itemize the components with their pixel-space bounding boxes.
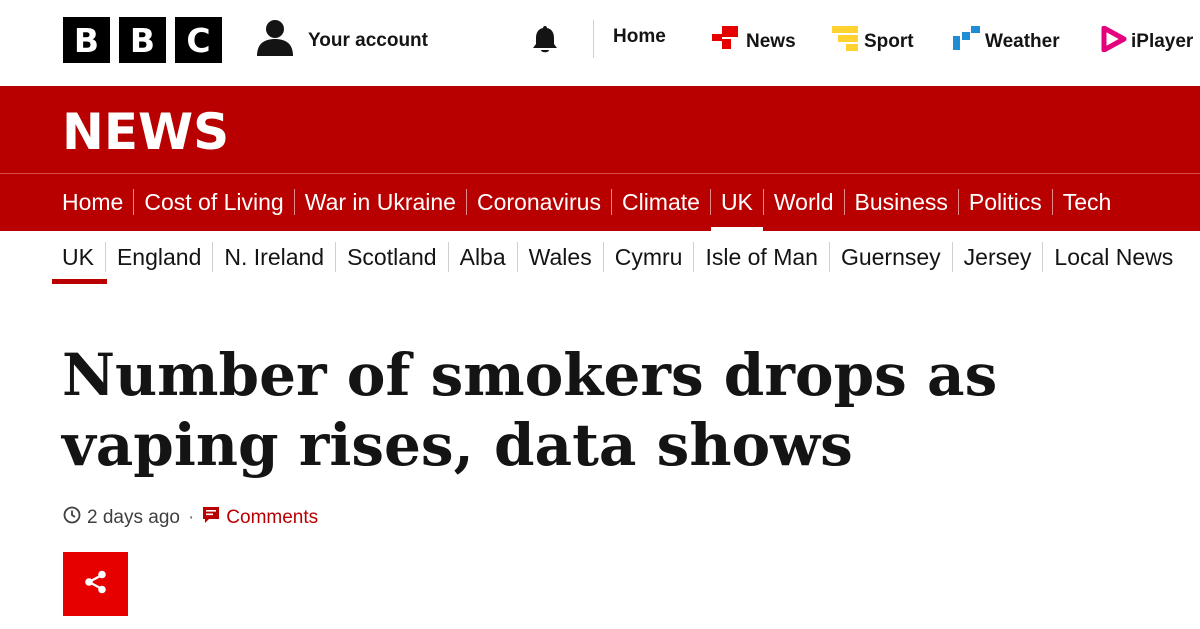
secondary-nav-item[interactable]: Local News <box>1043 242 1184 272</box>
secondary-navigation: UK England N. Ireland Scotland Alba Wale… <box>0 230 1200 286</box>
active-indicator <box>52 279 107 284</box>
topnav-weather[interactable]: Weather <box>953 26 1060 58</box>
secondary-nav-item[interactable]: Alba <box>449 242 517 272</box>
secondary-nav-item[interactable]: Isle of Man <box>694 242 829 272</box>
sport-icon <box>832 26 860 58</box>
article-timestamp: 2 days ago <box>87 507 180 528</box>
secondary-nav-item-active[interactable]: UK <box>62 242 105 272</box>
secondary-nav-item[interactable]: Jersey <box>953 242 1043 272</box>
topnav-home[interactable]: Home <box>613 26 666 48</box>
topnav-label: Home <box>613 26 666 47</box>
secondary-nav-item[interactable]: Scotland <box>336 242 448 272</box>
meta-separator: · <box>187 507 195 528</box>
topnav-label: News <box>746 31 796 52</box>
primary-nav-item[interactable]: Home <box>62 188 133 216</box>
bbc-logo-letter: B <box>63 17 110 63</box>
bbc-logo[interactable]: B B C <box>63 17 222 63</box>
topnav-news[interactable]: News <box>712 26 796 58</box>
article-headline: Number of smokers drops as vaping rises,… <box>62 341 998 479</box>
topnav-iplayer[interactable]: iPlayer <box>1101 25 1194 58</box>
news-title[interactable]: NEWS <box>62 103 229 161</box>
news-icon <box>712 26 742 58</box>
share-button[interactable] <box>63 552 128 616</box>
comments-icon[interactable] <box>202 506 220 530</box>
secondary-nav-item[interactable]: Guernsey <box>830 242 952 272</box>
primary-navigation: Home Cost of Living War in Ukraine Coron… <box>0 173 1200 231</box>
bbc-logo-letter: C <box>175 17 222 63</box>
primary-nav-item[interactable]: Business <box>845 188 958 216</box>
secondary-nav-item[interactable]: N. Ireland <box>213 242 335 272</box>
secondary-nav-item[interactable]: Wales <box>518 242 603 272</box>
account-label: Your account <box>308 29 428 51</box>
news-banner: NEWS <box>0 86 1200 173</box>
primary-nav-item[interactable]: Coronavirus <box>467 188 611 216</box>
topnav-label: Weather <box>985 31 1060 52</box>
article-meta: 2 days ago · Comments <box>63 506 318 530</box>
comments-link[interactable]: Comments <box>226 507 318 529</box>
topnav-sport[interactable]: Sport <box>832 26 914 58</box>
bbc-logo-letter: B <box>119 17 166 63</box>
topnav-label: iPlayer <box>1131 31 1194 52</box>
primary-nav-item[interactable]: Cost of Living <box>134 188 293 216</box>
secondary-nav-item[interactable]: England <box>106 242 212 272</box>
primary-nav-item[interactable]: Politics <box>959 188 1052 216</box>
notifications-bell-icon[interactable] <box>530 24 560 59</box>
user-icon <box>256 19 294 62</box>
primary-nav-item[interactable]: War in Ukraine <box>295 188 466 216</box>
iplayer-icon <box>1101 25 1127 58</box>
secondary-nav-item[interactable]: Cymru <box>604 242 694 272</box>
primary-nav-item-active[interactable]: UK <box>710 188 763 231</box>
your-account-link[interactable]: Your account <box>256 19 428 62</box>
weather-icon <box>953 26 981 58</box>
topnav-label: Sport <box>864 31 914 52</box>
share-icon <box>83 569 109 600</box>
clock-icon <box>63 506 81 530</box>
primary-nav-item[interactable]: Tech <box>1053 188 1122 216</box>
top-bar: B B C Your account Home News Sport Weath… <box>0 0 1200 86</box>
divider <box>593 20 594 58</box>
primary-nav-item[interactable]: World <box>764 188 844 216</box>
primary-nav-item[interactable]: Climate <box>612 188 710 216</box>
